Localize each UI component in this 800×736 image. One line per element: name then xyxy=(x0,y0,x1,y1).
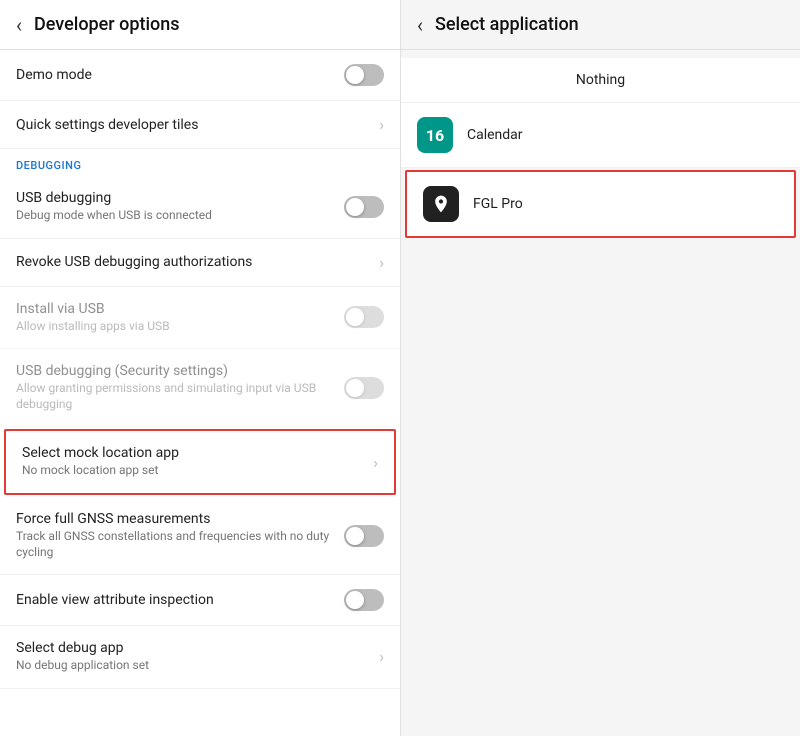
calendar-name: Calendar xyxy=(467,127,523,143)
calendar-icon: 16 xyxy=(417,117,453,153)
revoke-usb-chevron: › xyxy=(379,253,384,272)
select-debug-chevron: › xyxy=(379,647,384,666)
usb-security-toggle xyxy=(344,377,384,399)
left-header: ‹ Developer options xyxy=(0,0,400,50)
view-attribute-toggle[interactable] xyxy=(344,589,384,611)
quick-settings-chevron: › xyxy=(379,115,384,134)
install-usb-subtitle: Allow installing apps via USB xyxy=(16,319,344,335)
right-back-button[interactable]: ‹ xyxy=(417,15,423,35)
force-gnss-toggle[interactable] xyxy=(344,525,384,547)
force-gnss-item[interactable]: Force full GNSS measurements Track all G… xyxy=(0,497,400,575)
right-panel: ‹ Select application Nothing 16 Calendar… xyxy=(400,0,800,736)
fgl-pro-item[interactable]: FGL Pro xyxy=(405,170,796,238)
view-attribute-item[interactable]: Enable view attribute inspection xyxy=(0,575,400,626)
select-mock-item[interactable]: Select mock location app No mock locatio… xyxy=(4,429,396,495)
nothing-item[interactable]: Nothing xyxy=(401,58,800,103)
quick-settings-item[interactable]: Quick settings developer tiles › xyxy=(0,101,400,149)
view-attribute-title: Enable view attribute inspection xyxy=(16,592,344,608)
select-mock-chevron: › xyxy=(373,453,378,472)
left-panel: ‹ Developer options Demo mode Quick sett… xyxy=(0,0,400,736)
demo-mode-toggle[interactable] xyxy=(344,64,384,86)
nothing-label: Nothing xyxy=(576,72,625,88)
settings-list: Demo mode Quick settings developer tiles… xyxy=(0,50,400,736)
usb-debugging-subtitle: Debug mode when USB is connected xyxy=(16,208,344,224)
debugging-section-label: DEBUGGING xyxy=(0,149,400,176)
install-usb-toggle xyxy=(344,306,384,328)
select-debug-item[interactable]: Select debug app No debug application se… xyxy=(0,626,400,689)
usb-debugging-item[interactable]: USB debugging Debug mode when USB is con… xyxy=(0,176,400,239)
revoke-usb-title: Revoke USB debugging authorizations xyxy=(16,254,379,270)
install-usb-title: Install via USB xyxy=(16,301,344,317)
usb-security-title: USB debugging (Security settings) xyxy=(16,363,344,379)
revoke-usb-item[interactable]: Revoke USB debugging authorizations › xyxy=(0,239,400,287)
force-gnss-title: Force full GNSS measurements xyxy=(16,511,344,527)
select-debug-title: Select debug app xyxy=(16,640,379,656)
select-debug-subtitle: No debug application set xyxy=(16,658,379,674)
location-pin-icon xyxy=(431,194,451,214)
app-list: Nothing 16 Calendar FGL Pro xyxy=(401,50,800,736)
fgl-pro-icon xyxy=(423,186,459,222)
demo-mode-title: Demo mode xyxy=(16,67,344,83)
usb-security-item: USB debugging (Security settings) Allow … xyxy=(0,349,400,427)
usb-security-subtitle: Allow granting permissions and simulatin… xyxy=(16,381,344,412)
right-title: Select application xyxy=(435,14,579,35)
usb-debugging-title: USB debugging xyxy=(16,190,344,206)
right-header: ‹ Select application xyxy=(401,0,800,50)
select-mock-title: Select mock location app xyxy=(22,445,373,461)
install-usb-item: Install via USB Allow installing apps vi… xyxy=(0,287,400,350)
quick-settings-title: Quick settings developer tiles xyxy=(16,117,379,133)
left-title: Developer options xyxy=(34,14,180,35)
usb-debugging-toggle[interactable] xyxy=(344,196,384,218)
calendar-item[interactable]: 16 Calendar xyxy=(401,103,800,168)
select-mock-subtitle: No mock location app set xyxy=(22,463,373,479)
left-back-button[interactable]: ‹ xyxy=(16,15,22,35)
force-gnss-subtitle: Track all GNSS constellations and freque… xyxy=(16,529,344,560)
fgl-pro-name: FGL Pro xyxy=(473,196,523,212)
demo-mode-item[interactable]: Demo mode xyxy=(0,50,400,101)
